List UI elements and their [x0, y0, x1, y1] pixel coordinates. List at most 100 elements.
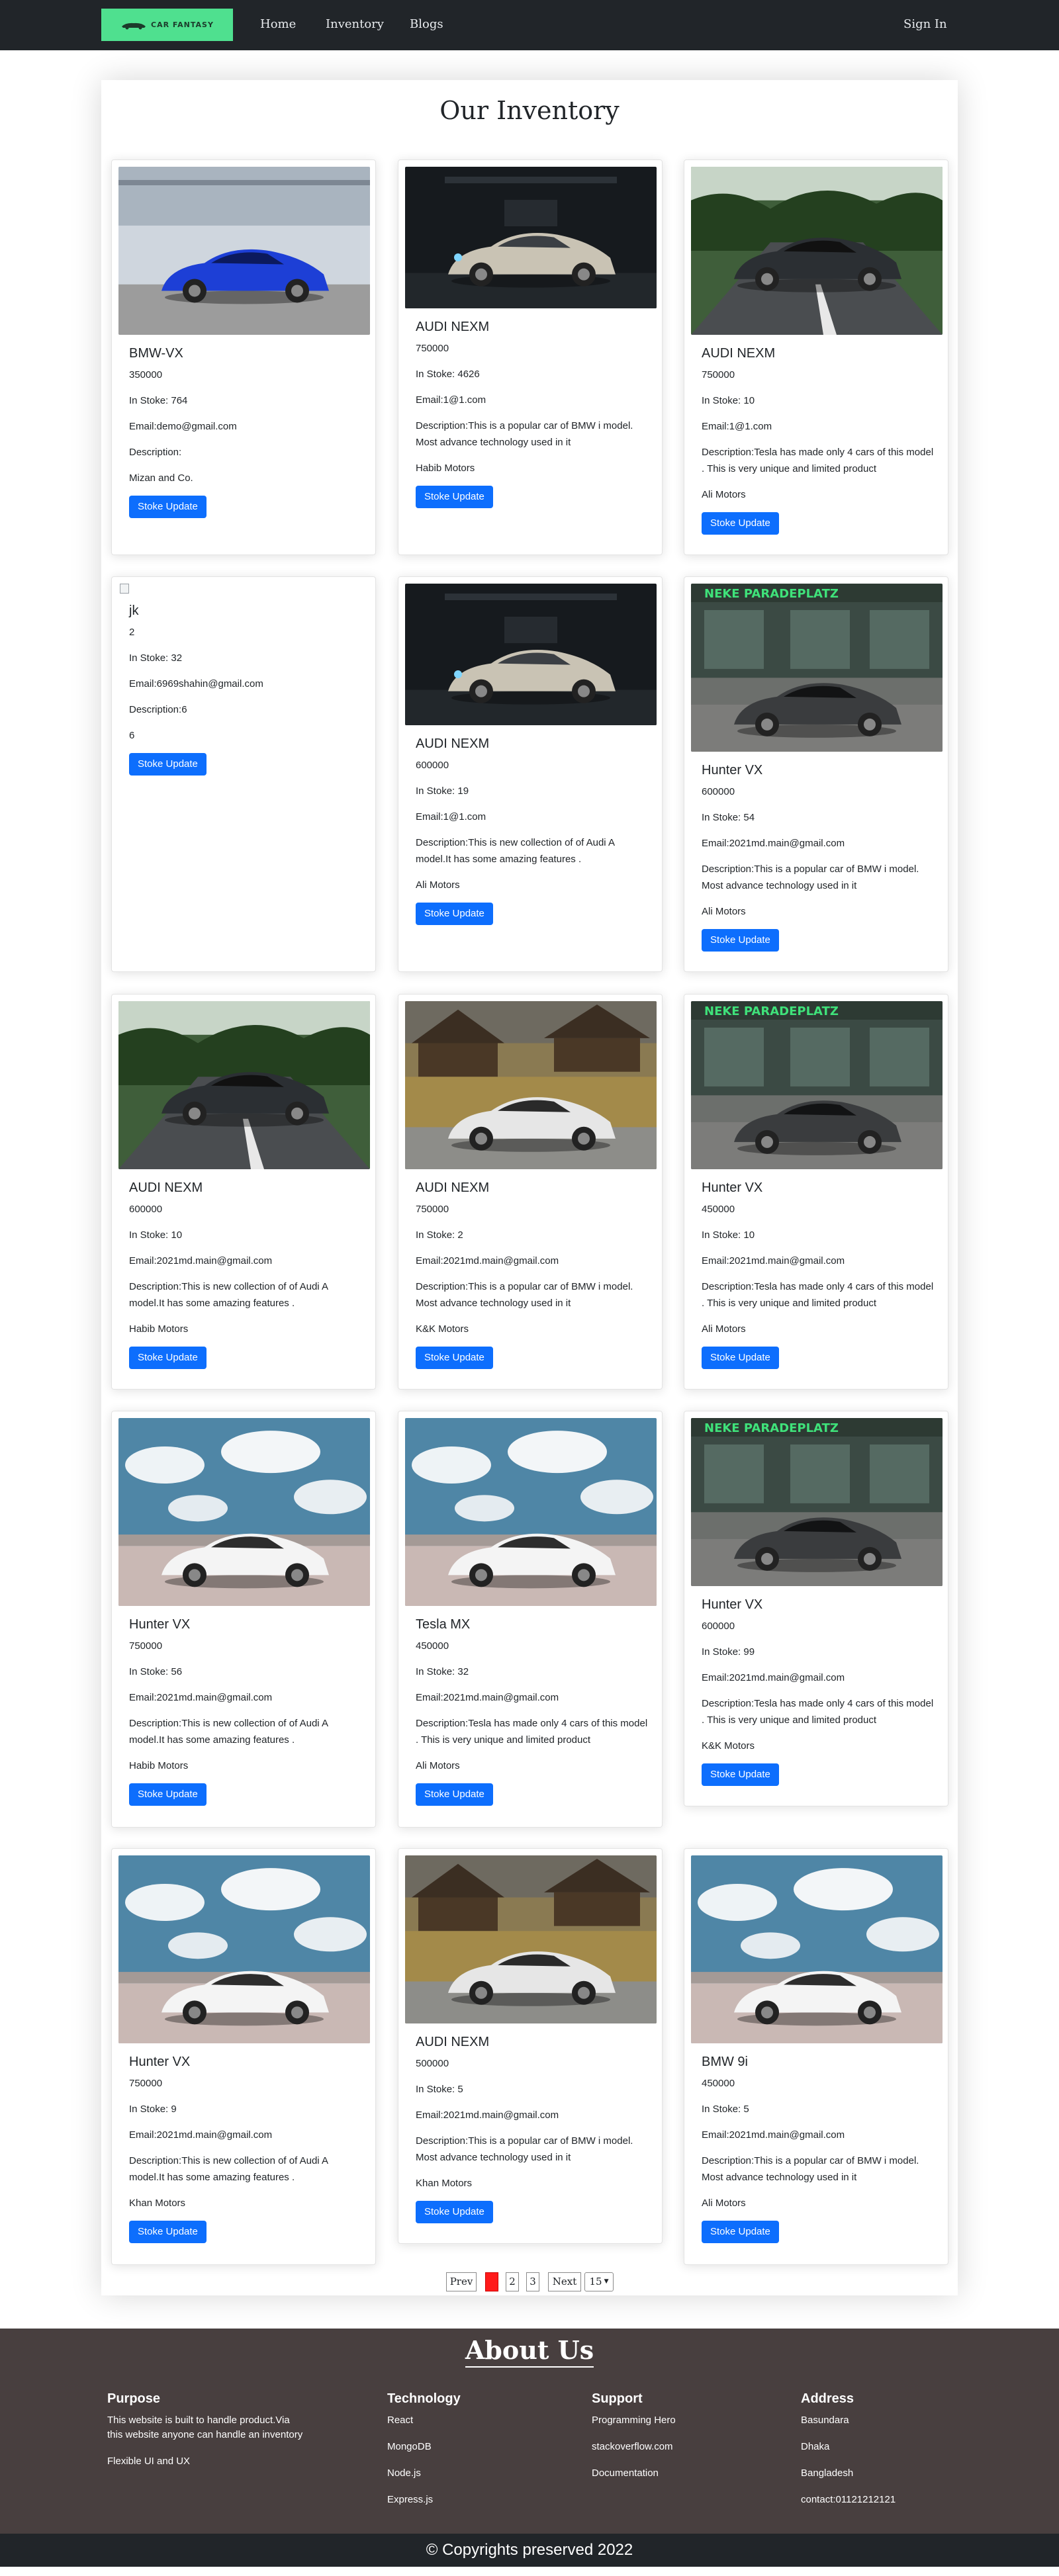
page-1-button[interactable]: 1 [485, 2272, 498, 2291]
product-card: AUDI NEXM 750000 In Stoke: 2 Email:2021md.m… [398, 994, 663, 1390]
footer: About Us Purpose This website is built t… [0, 2329, 1059, 2534]
stoke-update-button[interactable]: Stoke Update [129, 753, 207, 776]
page-title: Our Inventory [439, 96, 620, 125]
brand-logo[interactable]: CAR FANTASY [101, 9, 233, 41]
page-size-select[interactable]: 15 ▼ [584, 2272, 614, 2291]
footer-purpose-column: Purpose This website is built to handle … [107, 2391, 306, 2481]
product-price: 450000 [702, 1204, 735, 1215]
product-price: 350000 [129, 369, 163, 380]
brand-logo-text: CAR FANTASY [151, 21, 214, 29]
stoke-update-button[interactable]: Stoke Update [702, 1347, 779, 1369]
prev-page-button[interactable]: Prev [446, 2272, 477, 2291]
product-description: Description:This is new collection of of… [129, 1718, 328, 1746]
product-description: Description:This is new collection of of… [416, 837, 615, 865]
footer-purpose-text: Flexible UI and UX [107, 2456, 191, 2467]
footer-address-heading: Address [801, 2391, 854, 2406]
footer-technology-item: Node.js [387, 2467, 421, 2479]
stoke-update-button[interactable]: Stoke Update [702, 1763, 779, 1786]
stoke-update-button[interactable]: Stoke Update [416, 1347, 493, 1369]
stoke-update-button[interactable]: Stoke Update [129, 496, 207, 518]
product-name: BMW 9i [702, 2055, 748, 2069]
footer-address-item: Dhaka [801, 2441, 830, 2452]
product-card-body: AUDI NEXM 750000 In Stoke: 2 Email:2021md.m… [416, 1180, 651, 1369]
product-supplier: Khan Motors [129, 2198, 186, 2209]
product-stock: In Stoke: 56 [129, 1666, 183, 1677]
product-price: 600000 [702, 1621, 735, 1632]
footer-support-link[interactable]: stackoverflow.com [592, 2440, 764, 2454]
svg-text:NEKE PARADEPLATZ: NEKE PARADEPLATZ [704, 1004, 839, 1018]
footer-support-heading: Support [592, 2391, 643, 2406]
nav-home-link[interactable]: Home [260, 17, 296, 31]
footer-purpose-heading: Purpose [107, 2391, 161, 2406]
broken-image-icon [120, 584, 129, 594]
product-card: jk 2 In Stoke: 32 Email:6969shahin@gmail.co… [111, 576, 376, 972]
product-stock: In Stoke: 32 [416, 1666, 469, 1677]
next-page-button[interactable]: Next [548, 2272, 581, 2291]
stoke-update-button[interactable]: Stoke Update [702, 929, 779, 952]
product-description: Description:This is a popular car of BMW… [416, 1281, 633, 1309]
product-supplier: Ali Motors [702, 2198, 746, 2209]
product-description: Description:This is a popular car of BMW… [416, 420, 633, 448]
chevron-down-icon: ▼ [604, 2278, 609, 2285]
product-name: AUDI NEXM [702, 346, 776, 361]
footer-technology-column: Technology React MongoDB Node.js Express… [387, 2391, 559, 2519]
product-name: Hunter VX [702, 1597, 763, 1612]
about-us-title: About Us [0, 2335, 1059, 2368]
stoke-update-button[interactable]: Stoke Update [129, 1783, 207, 1806]
product-image [118, 167, 370, 335]
product-email: Email:2021md.main@gmail.com [129, 1692, 273, 1703]
product-card: AUDI NEXM 750000 In Stoke: 10 Email:1@1.com… [684, 159, 948, 555]
product-card-body: AUDI NEXM 750000 In Stoke: 4626 Email:1@1.c… [416, 320, 651, 508]
navbar: CAR FANTASY Home Inventory Blogs Sign In [0, 0, 1059, 50]
product-image [405, 1418, 657, 1606]
product-card: BMW 9i 450000 In Stoke: 5 Email:2021md.main… [684, 1848, 948, 2265]
stoke-update-button[interactable]: Stoke Update [416, 486, 493, 508]
svg-text:NEKE PARADEPLATZ: NEKE PARADEPLATZ [704, 587, 839, 601]
product-name: AUDI NEXM [416, 1180, 490, 1195]
product-email: Email:demo@gmail.com [129, 421, 237, 432]
product-price: 600000 [702, 786, 735, 797]
product-card-body: AUDI NEXM 600000 In Stoke: 10 Email:2021md.… [129, 1180, 365, 1369]
footer-support-link[interactable]: Documentation [592, 2466, 764, 2481]
product-stock: In Stoke: 10 [129, 1229, 183, 1241]
product-supplier: Ali Motors [702, 906, 746, 917]
product-supplier: K&K Motors [702, 1740, 755, 1752]
stoke-update-button[interactable]: Stoke Update [129, 2221, 207, 2243]
product-email: Email:1@1.com [702, 421, 772, 432]
product-card: AUDI NEXM 500000 In Stoke: 5 Email:2021md.m… [398, 1848, 663, 2244]
nav-inventory-link[interactable]: Inventory [326, 17, 384, 31]
product-card-body: AUDI NEXM 500000 In Stoke: 5 Email:2021md.m… [416, 2035, 651, 2223]
product-name: Hunter VX [129, 2055, 191, 2069]
product-name: Hunter VX [702, 763, 763, 777]
product-name: jk [129, 603, 139, 618]
product-stock: In Stoke: 32 [129, 652, 183, 664]
page-2-button[interactable]: 2 [506, 2272, 519, 2291]
sign-in-link[interactable]: Sign In [903, 17, 947, 31]
stoke-update-button[interactable]: Stoke Update [416, 2201, 493, 2223]
stoke-update-button[interactable]: Stoke Update [702, 512, 779, 535]
stoke-update-button[interactable]: Stoke Update [416, 903, 493, 925]
footer-address-item: contact:01121212121 [801, 2494, 896, 2505]
product-supplier: Khan Motors [416, 2178, 473, 2189]
svg-text:NEKE PARADEPLATZ: NEKE PARADEPLATZ [704, 1421, 839, 1435]
footer-purpose-text: This website is built to handle product.… [107, 2415, 303, 2440]
product-email: Email:2021md.main@gmail.com [702, 2129, 845, 2141]
product-email: Email:2021md.main@gmail.com [416, 2110, 559, 2121]
stoke-update-button[interactable]: Stoke Update [702, 2221, 779, 2243]
product-image [118, 1855, 370, 2043]
product-price: 600000 [129, 1204, 163, 1215]
page-3-button[interactable]: 3 [526, 2272, 539, 2291]
footer-support-column: Support Programming Hero stackoverflow.c… [592, 2391, 764, 2493]
stoke-update-button[interactable]: Stoke Update [129, 1347, 207, 1369]
product-email: Email:2021md.main@gmail.com [416, 1692, 559, 1703]
product-card-body: BMW-VX 350000 In Stoke: 764 Email:demo@gmai… [129, 346, 365, 518]
product-name: AUDI NEXM [416, 736, 490, 751]
copyright-bar: © Copyrights preserved 2022 [0, 2534, 1059, 2567]
footer-support-link[interactable]: Programming Hero [592, 2413, 764, 2428]
product-name: BMW-VX [129, 346, 183, 361]
stoke-update-button[interactable]: Stoke Update [416, 1783, 493, 1806]
product-description: Description:This is a popular car of BMW… [702, 864, 919, 891]
product-price: 750000 [416, 343, 449, 354]
product-email: Email:2021md.main@gmail.com [129, 2129, 273, 2141]
nav-blogs-link[interactable]: Blogs [410, 17, 443, 31]
